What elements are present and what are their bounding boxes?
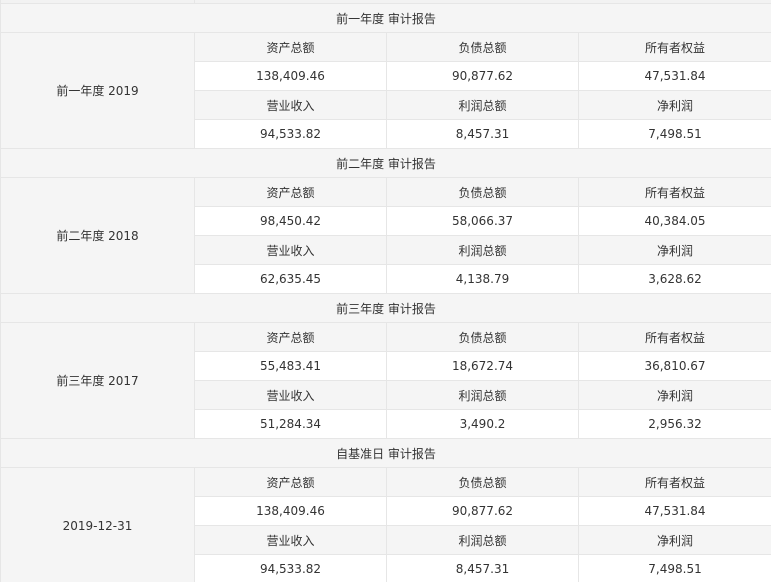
revenue-value: 94,533.82 [194,554,387,582]
audit-report-table: 前一年度 审计报告 前一年度 2019 资产总额 负债总额 所有者权益 138,… [0,0,771,582]
labels-row: 前三年度 2017 资产总额 负债总额 所有者权益 [0,322,771,439]
labels-row: 前一年度 2019 资产总额 负债总额 所有者权益 [0,32,771,149]
revenue-value: 62,635.45 [194,264,387,294]
revenue-label: 营业收入 [194,380,387,410]
total-profit-label: 利润总额 [386,525,579,555]
owners-equity-value: 36,810.67 [577,351,771,381]
section-title-row: 前二年度 审计报告 [0,148,771,178]
period-label: 2019-12-31 [0,467,195,582]
revenue-label: 营业收入 [194,235,387,265]
total-profit-value: 8,457.31 [386,119,579,149]
section-title: 自基准日 审计报告 [0,438,771,468]
net-profit-label: 净利润 [577,235,771,265]
owners-equity-label: 所有者权益 [577,177,771,207]
total-assets-value: 138,409.46 [194,61,387,91]
owners-equity-label: 所有者权益 [577,467,771,497]
total-liabilities-label: 负债总额 [386,177,579,207]
revenue-label: 营业收入 [194,525,387,555]
total-profit-value: 8,457.31 [386,554,579,582]
total-assets-label: 资产总额 [194,177,387,207]
section-title: 前一年度 审计报告 [0,3,771,33]
total-assets-label: 资产总额 [194,32,387,62]
section-title-row: 前一年度 审计报告 [0,3,771,33]
owners-equity-value: 47,531.84 [577,496,771,526]
total-assets-value: 98,450.42 [194,206,387,236]
owners-equity-label: 所有者权益 [577,322,771,352]
net-profit-label: 净利润 [577,380,771,410]
net-profit-value: 7,498.51 [577,554,771,582]
section-title-row: 前三年度 审计报告 [0,293,771,323]
total-liabilities-value: 58,066.37 [386,206,579,236]
net-profit-value: 3,628.62 [577,264,771,294]
total-assets-label: 资产总额 [194,467,387,497]
total-liabilities-label: 负债总额 [386,467,579,497]
owners-equity-value: 40,384.05 [577,206,771,236]
total-liabilities-label: 负债总额 [386,32,579,62]
owners-equity-label: 所有者权益 [577,32,771,62]
net-profit-value: 7,498.51 [577,119,771,149]
labels-row: 前二年度 2018 资产总额 负债总额 所有者权益 [0,177,771,294]
revenue-value: 51,284.34 [194,409,387,439]
section-title-row: 自基准日 审计报告 [0,438,771,468]
total-assets-value: 55,483.41 [194,351,387,381]
net-profit-value: 2,956.32 [577,409,771,439]
period-label: 前二年度 2018 [0,177,195,294]
total-assets-label: 资产总额 [194,322,387,352]
labels-row: 2019-12-31 资产总额 负债总额 所有者权益 [0,467,771,582]
period-label: 前三年度 2017 [0,322,195,439]
total-profit-value: 3,490.2 [386,409,579,439]
period-label: 前一年度 2019 [0,32,195,149]
section-title: 前二年度 审计报告 [0,148,771,178]
revenue-label: 营业收入 [194,90,387,120]
total-profit-value: 4,138.79 [386,264,579,294]
owners-equity-value: 47,531.84 [577,61,771,91]
total-liabilities-value: 18,672.74 [386,351,579,381]
total-profit-label: 利润总额 [386,380,579,410]
net-profit-label: 净利润 [577,525,771,555]
total-liabilities-value: 90,877.62 [386,496,579,526]
section-title: 前三年度 审计报告 [0,293,771,323]
revenue-value: 94,533.82 [194,119,387,149]
net-profit-label: 净利润 [577,90,771,120]
total-liabilities-label: 负债总额 [386,322,579,352]
total-liabilities-value: 90,877.62 [386,61,579,91]
audit-report-panel: 前一年度 审计报告 前一年度 2019 资产总额 负债总额 所有者权益 138,… [0,0,771,582]
total-profit-label: 利润总额 [386,235,579,265]
total-profit-label: 利润总额 [386,90,579,120]
total-assets-value: 138,409.46 [194,496,387,526]
